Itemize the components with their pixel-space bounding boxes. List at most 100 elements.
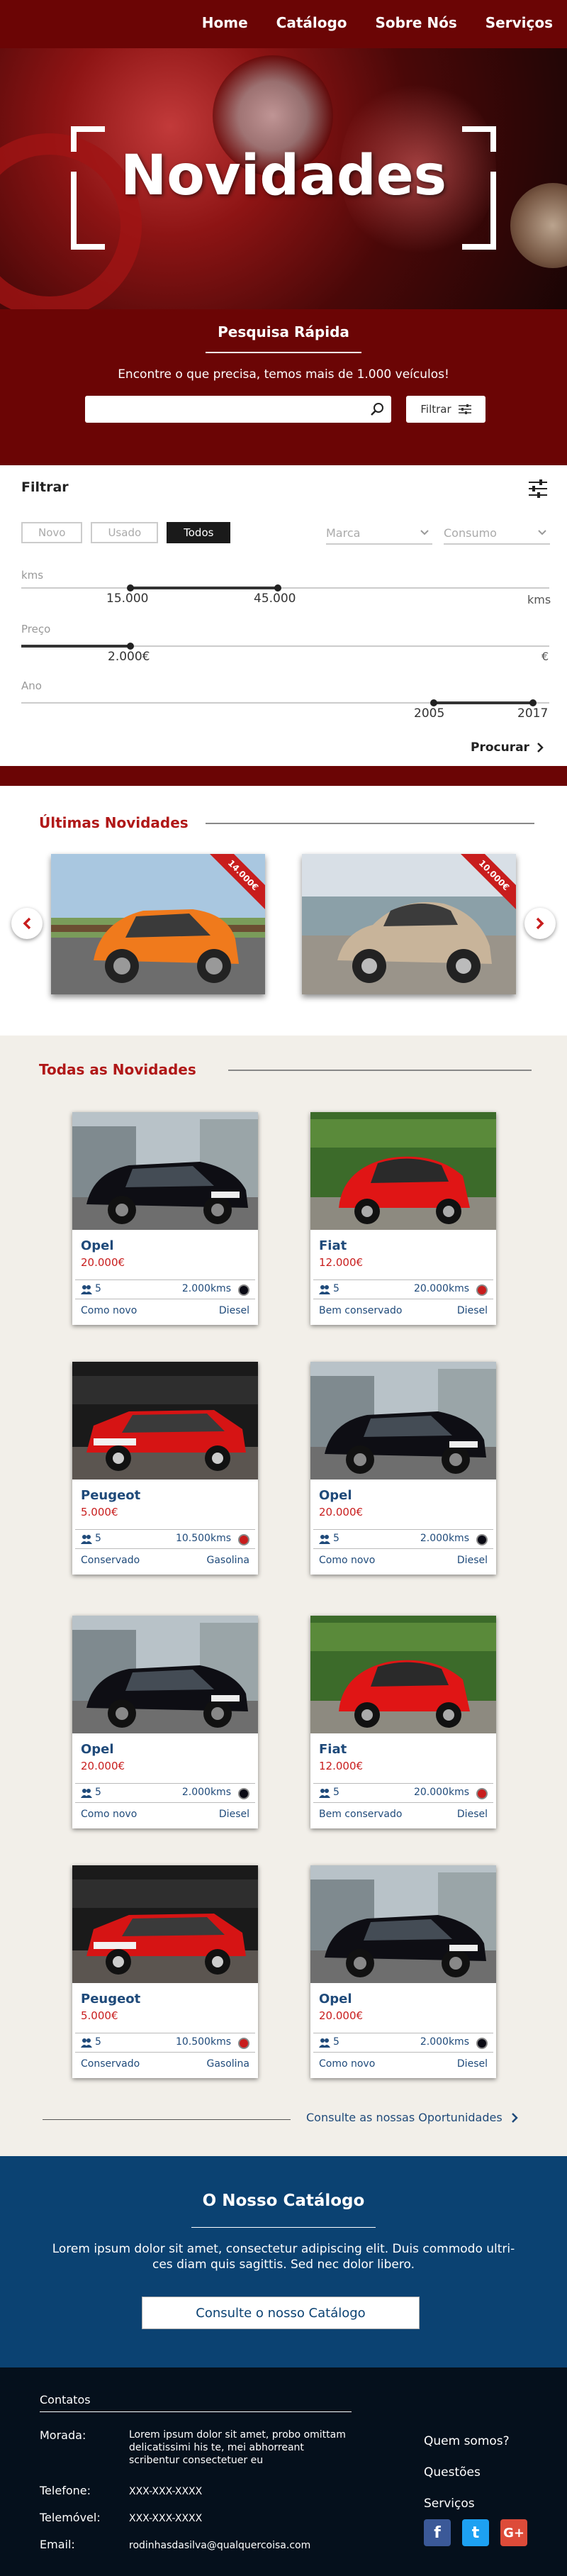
car-seats: 5: [95, 1787, 101, 1798]
car-card[interactable]: Fiat 12.000€ 5 20.000kms Bem conservado Diese…: [310, 1112, 496, 1325]
people-icon: [81, 1285, 92, 1294]
facebook-icon[interactable]: f: [424, 2519, 451, 2546]
brand-select-value: Marca: [326, 526, 361, 540]
people-icon: [81, 1535, 92, 1544]
address-value: Lorem ipsum dolor sit amet, probo omitta…: [129, 2429, 346, 2466]
car-card[interactable]: Fiat 12.000€ 5 20.000kms Bem conservado Diese…: [310, 1616, 496, 1828]
chevron-right-icon: [537, 743, 544, 753]
kms-range-label: kms: [21, 569, 44, 582]
search-submit-button[interactable]: Procurar: [471, 740, 544, 755]
year-min-handle[interactable]: [430, 699, 437, 706]
car-name: Opel: [319, 1488, 352, 1503]
mobile-label: Telemóvel:: [40, 2511, 101, 2524]
car-card[interactable]: Opel 20.000€ 5 2.000kms Como novo Diesel: [310, 1865, 496, 2078]
catalog-button[interactable]: Consulte o nosso Catálogo: [142, 2297, 420, 2329]
featured-car-card[interactable]: 14.000€: [51, 854, 265, 994]
car-specs: 5 20.000kms: [313, 1783, 493, 1803]
search-input[interactable]: [85, 396, 391, 423]
carousel-prev-button[interactable]: [11, 908, 43, 939]
car-condition: Como novo: [319, 2058, 376, 2070]
car-kms: 20.000kms: [413, 1283, 469, 1294]
footer-link-services[interactable]: Serviços: [424, 2497, 475, 2511]
contacts-title: Contatos: [40, 2393, 91, 2406]
car-price: 12.000€: [319, 1760, 364, 1772]
price-range-fill: [21, 645, 130, 648]
car-specs: 5 10.500kms: [75, 2033, 255, 2053]
mobile-value: XXX-XXX-XXXX: [129, 2513, 203, 2524]
car-seats: 5: [333, 1533, 339, 1544]
car-specs: 5 20.000kms: [313, 1279, 493, 1299]
nav-about[interactable]: Sobre Nós: [376, 14, 457, 31]
kms-min-handle[interactable]: [127, 584, 134, 592]
car-price: 20.000€: [319, 2009, 364, 2022]
consumption-select[interactable]: Consumo: [444, 526, 550, 545]
car-color-swatch: [476, 1788, 488, 1799]
car-photo: [72, 1865, 258, 1983]
condition-used-button[interactable]: Usado: [91, 522, 159, 543]
kms-range-track[interactable]: [21, 587, 549, 589]
car-photo: [72, 1616, 258, 1733]
filter-button-label: Filtrar: [420, 403, 451, 416]
car-card[interactable]: Peugeot 5.000€ 5 10.500kms Conservado Gasolin…: [72, 1865, 258, 2078]
sliders-icon[interactable]: [527, 478, 549, 499]
car-condition: Como novo: [81, 1305, 137, 1316]
divider: [206, 823, 534, 824]
car-name: Peugeot: [81, 1992, 141, 2006]
top-nav: Home Catálogo Sobre Nós Serviços: [0, 0, 567, 48]
filter-button[interactable]: Filtrar: [406, 396, 485, 423]
kms-max-value: 45.000: [254, 592, 296, 606]
car-photo: [72, 1112, 258, 1230]
twitter-icon[interactable]: t: [462, 2519, 489, 2546]
condition-new-button[interactable]: Novo: [21, 522, 83, 543]
filter-panel: Filtrar Novo Usado Todos Marca Consumo k…: [0, 465, 567, 766]
car-fuel: Gasolina: [206, 1555, 249, 1566]
footer: Contatos Morada: Lorem ipsum dolor sit a…: [0, 2367, 567, 2576]
price-min-value: 2.000€: [108, 650, 150, 664]
chevron-right-icon: [511, 2112, 518, 2123]
nav-catalog[interactable]: Catálogo: [276, 14, 347, 31]
people-icon: [319, 1285, 330, 1294]
condition-all-button[interactable]: Todos: [167, 522, 231, 543]
car-seats: 5: [333, 1787, 339, 1798]
google-plus-icon[interactable]: G+: [500, 2519, 527, 2546]
car-seats: 5: [95, 2036, 101, 2048]
car-card[interactable]: Opel 20.000€ 5 2.000kms Como novo Diesel: [72, 1112, 258, 1325]
filter-title: Filtrar: [21, 479, 69, 495]
all-new-title: Todas as Novidades: [39, 1061, 196, 1078]
car-kms: 2.000kms: [181, 1283, 231, 1294]
nav-services[interactable]: Serviços: [485, 14, 553, 31]
divider: [191, 2227, 376, 2228]
car-color-swatch: [476, 1534, 488, 1545]
email-value[interactable]: rodinhasdasilva@qualquercoisa.com: [129, 2539, 349, 2552]
featured-car-card[interactable]: 10.000€: [302, 854, 516, 994]
search-icon[interactable]: [370, 401, 386, 417]
car-specs: 5 10.500kms: [75, 1529, 255, 1549]
divider: [43, 2119, 291, 2120]
search-submit-label: Procurar: [471, 740, 529, 755]
car-price: 5.000€: [81, 1506, 118, 1519]
car-seats: 5: [333, 2036, 339, 2048]
car-fuel: Diesel: [456, 1305, 488, 1316]
carousel-next-button[interactable]: [524, 908, 556, 939]
footer-link-questions[interactable]: Questões: [424, 2465, 481, 2480]
car-price: 20.000€: [319, 1506, 364, 1519]
latest-title: Últimas Novidades: [39, 814, 189, 831]
year-max-handle[interactable]: [529, 699, 537, 706]
year-range-fill: [434, 701, 533, 704]
all-new-section: Todas as Novidades Opel 20.000€ 5 2.000kms C…: [0, 1036, 567, 2156]
kms-max-handle[interactable]: [274, 584, 281, 592]
nav-home[interactable]: Home: [202, 14, 248, 31]
car-seats: 5: [95, 1533, 101, 1544]
footer-link-about[interactable]: Quem somos?: [424, 2434, 510, 2448]
brand-select[interactable]: Marca: [326, 526, 432, 545]
price-min-handle[interactable]: [127, 643, 134, 650]
car-color-swatch: [476, 1284, 488, 1296]
car-condition: Bem conservado: [319, 1809, 403, 1820]
car-card[interactable]: Peugeot 5.000€ 5 10.500kms Conservado Gasolin…: [72, 1362, 258, 1575]
opportunities-link[interactable]: Consulte as nossas Oportunidades: [306, 2111, 518, 2124]
kms-min-value: 15.000: [106, 592, 149, 606]
quick-search-subtitle: Encontre o que precisa, temos mais de 1.…: [118, 367, 449, 382]
car-card[interactable]: Opel 20.000€ 5 2.000kms Como novo Diesel: [72, 1616, 258, 1828]
car-card[interactable]: Opel 20.000€ 5 2.000kms Como novo Diesel: [310, 1362, 496, 1575]
nav-links: Home Catálogo Sobre Nós Serviços: [202, 14, 553, 31]
